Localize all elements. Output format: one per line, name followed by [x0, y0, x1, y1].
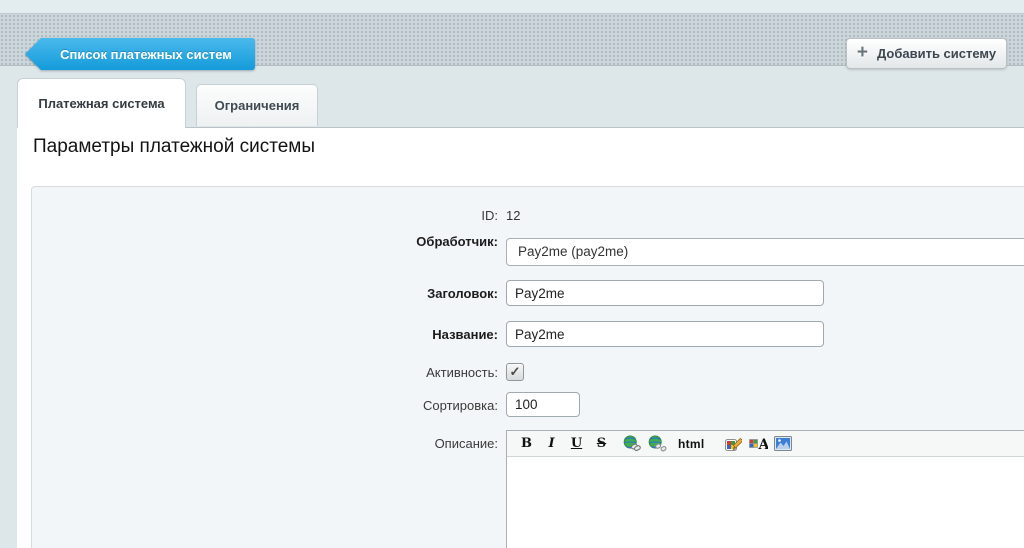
insert-image-icon	[774, 436, 792, 451]
handler-label: Обработчик:	[32, 234, 498, 249]
html-mode-button[interactable]: html	[678, 434, 705, 454]
back-to-list-button[interactable]: Список платежных систем	[25, 38, 255, 70]
window-top-strip	[0, 0, 1024, 13]
insert-image-button[interactable]	[773, 434, 794, 454]
back-button-label: Список платежных систем	[60, 47, 232, 62]
checkmark-icon: ✓	[510, 365, 521, 378]
bold-button[interactable]: B	[516, 434, 537, 454]
text-color-icon	[725, 436, 742, 452]
id-value: 12	[506, 208, 520, 223]
insert-link-button[interactable]	[622, 434, 643, 454]
description-editor-body[interactable]	[507, 457, 1024, 548]
tab-payment-system[interactable]: Платежная система	[17, 78, 186, 128]
plus-icon: +	[857, 43, 868, 62]
admin-toolbar: Список платежных систем + Добавить систе…	[0, 13, 1024, 66]
title-input[interactable]	[506, 280, 824, 306]
sort-label: Сортировка:	[32, 398, 498, 413]
remove-link-icon	[648, 435, 667, 452]
description-editor: B I U S	[506, 430, 1024, 548]
tab-payment-system-label: Платежная система	[38, 96, 164, 111]
text-color-button[interactable]	[723, 434, 744, 454]
payment-system-edit-page: Список платежных систем + Добавить систе…	[0, 0, 1024, 548]
tab-restrictions-label: Ограничения	[215, 98, 300, 113]
handler-select-value: Pay2me (pay2me)	[518, 244, 628, 259]
name-label: Название:	[32, 327, 498, 342]
name-input[interactable]	[506, 321, 824, 347]
handler-select[interactable]: Pay2me (pay2me)	[506, 238, 1024, 266]
back-button-wrap: Список платежных систем	[25, 38, 255, 70]
sort-input[interactable]	[506, 392, 580, 417]
tab-restrictions[interactable]: Ограничения	[196, 84, 318, 126]
svg-text:A: A	[757, 437, 768, 451]
page-title: Параметры платежной системы	[33, 136, 315, 158]
insert-link-icon	[623, 435, 642, 452]
description-label: Описание:	[32, 436, 498, 451]
remove-link-button[interactable]	[647, 434, 668, 454]
editor-toolbar: B I U S	[507, 431, 1024, 457]
add-system-button[interactable]: + Добавить систему	[846, 38, 1007, 69]
active-checkbox[interactable]: ✓	[506, 363, 524, 381]
add-button-label: Добавить систему	[877, 46, 996, 61]
id-label: ID:	[32, 208, 498, 223]
font-icon: A	[749, 436, 768, 451]
active-label: Активность:	[32, 365, 498, 380]
italic-button[interactable]: I	[541, 434, 562, 454]
strikethrough-button[interactable]: S	[591, 434, 612, 454]
underline-button[interactable]: U	[566, 434, 587, 454]
title-label: Заголовок:	[32, 286, 498, 301]
font-button[interactable]: A	[748, 434, 769, 454]
form-panel: ID: 12 Обработчик: Pay2me (pay2me) Загол…	[31, 186, 1024, 548]
